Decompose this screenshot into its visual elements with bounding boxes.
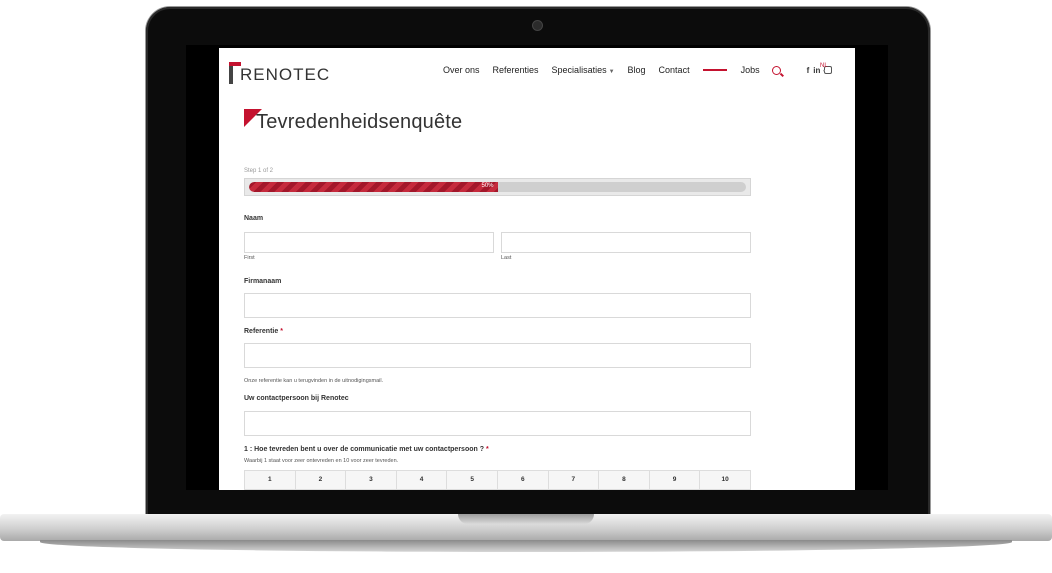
reference-help: Onze referentie kan u terugvinden in de …	[244, 378, 384, 384]
renotec-logo[interactable]: RENOTEC	[229, 62, 330, 84]
language-switch[interactable]: NL •	[820, 63, 828, 75]
logo-mark-icon	[229, 62, 241, 84]
nav-contact[interactable]: Contact	[659, 65, 690, 75]
last-name-input[interactable]	[502, 235, 750, 254]
nav-referenties[interactable]: Referenties	[493, 65, 539, 75]
nav-blog[interactable]: Blog	[628, 65, 646, 75]
first-name-sublabel: First	[244, 255, 255, 261]
main-nav: Over ons Referenties Specialisaties ▼ Blo…	[443, 65, 836, 75]
reference-label-text: Referentie	[244, 328, 279, 335]
nav-specialisaties[interactable]: Specialisaties ▼	[552, 65, 615, 75]
laptop-base-shadow	[40, 540, 1012, 552]
question1-help: Waarbij 1 staat voor zeer ontevreden en …	[244, 458, 399, 464]
rating-option[interactable]: 1	[245, 471, 296, 489]
rating-option[interactable]: 5	[447, 471, 498, 489]
reference-label: Referentie *	[244, 328, 283, 335]
rating-option[interactable]: 2	[296, 471, 347, 489]
nav-jobs[interactable]: Jobs	[741, 65, 760, 75]
page-title: Tevredenheidsenquête	[256, 111, 463, 133]
nav-over-ons[interactable]: Over ons	[443, 65, 480, 75]
rating-option[interactable]: 9	[650, 471, 701, 489]
facebook-icon[interactable]: f	[807, 66, 810, 75]
progress-fill: 50%	[249, 182, 498, 192]
company-label: Firmanaam	[244, 278, 282, 285]
nav-divider	[702, 69, 727, 71]
required-mark: *	[280, 328, 283, 335]
rating-option[interactable]: 3	[346, 471, 397, 489]
last-name-sublabel: Last	[501, 255, 512, 261]
step-indicator: Step 1 of 2	[244, 168, 274, 174]
reference-input[interactable]	[245, 344, 750, 367]
language-other-indicator: •	[822, 69, 825, 75]
rating-option[interactable]: 6	[498, 471, 549, 489]
rating-option[interactable]: 4	[397, 471, 448, 489]
reference-field[interactable]	[244, 343, 751, 368]
camera-icon	[533, 21, 542, 30]
rating-option[interactable]: 7	[549, 471, 600, 489]
laptop-notch	[458, 514, 594, 524]
page-title-wrap: Tevredenheidsenquête	[244, 109, 463, 134]
logo-text: RENOTEC	[240, 65, 331, 84]
rating-scale: 1 2 3 4 5 6 7 8 9 10	[244, 470, 751, 490]
contact-field[interactable]	[244, 411, 751, 436]
web-page: RENOTEC Over ons Referenties Specialisat…	[219, 48, 855, 490]
required-mark: *	[485, 446, 489, 453]
progress-label: 50%	[481, 183, 494, 189]
first-name-input[interactable]	[245, 235, 493, 254]
chevron-down-icon: ▼	[608, 69, 615, 75]
company-field[interactable]	[244, 293, 751, 318]
first-name-field[interactable]	[244, 232, 494, 254]
question1-text: 1 : Hoe tevreden bent u over de communic…	[244, 446, 484, 453]
rating-option[interactable]: 8	[599, 471, 650, 489]
rating-option[interactable]: 10	[700, 471, 750, 489]
progress-bar: 50%	[244, 178, 751, 196]
last-name-field[interactable]	[501, 232, 751, 254]
progress-track: 50%	[249, 182, 746, 192]
company-input[interactable]	[245, 294, 750, 317]
nav-specialisaties-label: Specialisaties	[551, 65, 607, 75]
question1-label: 1 : Hoe tevreden bent u over de communic…	[244, 446, 489, 453]
contact-input[interactable]	[245, 412, 750, 435]
contact-label: Uw contactpersoon bij Renotec	[244, 395, 349, 402]
name-label: Naam	[244, 215, 264, 222]
search-icon[interactable]	[771, 65, 781, 75]
